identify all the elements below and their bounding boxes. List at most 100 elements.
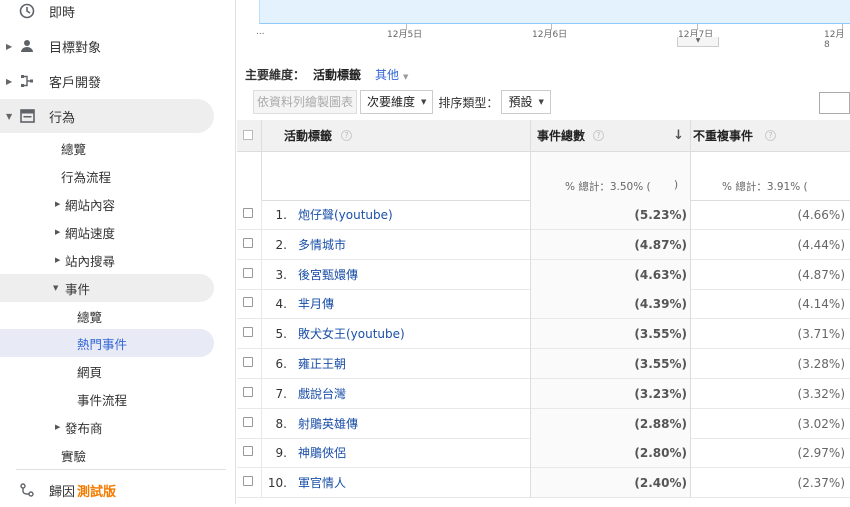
event-label-link[interactable]: 戲說台灣 bbox=[298, 379, 346, 409]
event-label-link[interactable]: 敗犬女王(youtube) bbox=[298, 319, 405, 349]
help-icon[interactable]: ? bbox=[593, 130, 604, 141]
row-checkbox[interactable] bbox=[243, 208, 253, 218]
sidebar-item-site-speed[interactable]: ▶ 網站速度 bbox=[0, 218, 214, 246]
sidebar-item-label: 站內搜尋 bbox=[65, 253, 116, 269]
event-label-link[interactable]: 芈月傳 bbox=[298, 289, 334, 319]
row-number: 7. bbox=[275, 386, 287, 401]
total-events-value: (4.87%) bbox=[634, 237, 687, 252]
event-label-link[interactable]: 炮仔聲(youtube) bbox=[298, 200, 393, 230]
column-header-label: 不重複事件 bbox=[693, 129, 754, 143]
help-icon[interactable]: ? bbox=[341, 130, 352, 141]
row-number: 6. bbox=[275, 357, 287, 371]
unique-events-value: (4.66%) bbox=[797, 208, 845, 222]
sort-type-value: 預設 bbox=[508, 95, 533, 109]
total-events-value: (3.55%) bbox=[634, 357, 687, 371]
row-checkbox[interactable] bbox=[243, 237, 253, 248]
primary-dimension-other[interactable]: 其他 ▼ bbox=[375, 66, 408, 83]
sidebar-item-events-overview[interactable]: 總覽 bbox=[0, 302, 214, 330]
row-checkbox[interactable] bbox=[243, 357, 253, 367]
sort-desc-arrow-icon: ↓ bbox=[673, 128, 684, 143]
sidebar-item-label: 客戶開發 bbox=[49, 75, 102, 91]
column-header-label: 事件總數 bbox=[537, 129, 586, 143]
sidebar-item-label: 事件 bbox=[65, 281, 91, 297]
table-header-label: 活動標籤 ? bbox=[237, 120, 530, 152]
caret-right-icon: ▶ bbox=[6, 41, 13, 51]
sidebar-item-acquisition[interactable]: ▶ 客戶開發 bbox=[0, 64, 220, 98]
event-label-link[interactable]: 神鵰俠侶 bbox=[298, 438, 346, 468]
row-checkbox[interactable] bbox=[243, 446, 253, 457]
sidebar-item-pages[interactable]: 網頁 bbox=[0, 357, 214, 385]
divider bbox=[261, 349, 262, 379]
sidebar-item-events[interactable]: ▼ 事件 bbox=[0, 274, 214, 302]
clock-icon bbox=[19, 3, 35, 19]
help-icon[interactable]: ? bbox=[765, 130, 776, 141]
sidebar-item-audience[interactable]: ▶ 目標對象 bbox=[0, 29, 220, 63]
row-checkbox[interactable] bbox=[243, 416, 253, 427]
divider bbox=[261, 259, 262, 290]
table-search-input[interactable] bbox=[819, 92, 850, 114]
axis-date-label: 12月5日 bbox=[387, 30, 423, 40]
sidebar-item-behavior-flow[interactable]: 行為流程 bbox=[0, 162, 214, 190]
sidebar-item-behavior[interactable]: ▼ 行為 bbox=[0, 99, 214, 133]
table-header-unique-events[interactable]: 不重複事件 ? bbox=[690, 120, 850, 152]
sidebar-item-behavior-overview[interactable]: 總覽 bbox=[0, 134, 214, 162]
axis-date-label: 12月6日 bbox=[532, 30, 568, 40]
row-checkbox[interactable] bbox=[243, 267, 253, 278]
plot-rows-button[interactable]: 依資料列繪製圖表 bbox=[253, 90, 358, 114]
total-events-value: (2.88%) bbox=[634, 416, 687, 431]
divider bbox=[261, 408, 262, 439]
column-header-label[interactable]: 活動標籤 bbox=[284, 127, 332, 144]
sidebar-item-publisher[interactable]: ▶ 發布商 bbox=[0, 413, 214, 441]
table-header-total-events[interactable]: 事件總數 ? ↓ bbox=[530, 120, 690, 152]
unique-events-value: (3.28%) bbox=[797, 357, 845, 371]
row-checkbox[interactable] bbox=[243, 327, 253, 338]
event-label-link[interactable]: 雍正王朝 bbox=[298, 349, 346, 379]
divider bbox=[261, 120, 262, 152]
sidebar-item-top-events[interactable]: 熱門事件 bbox=[0, 329, 214, 357]
sidebar-item-label: 熱門事件 bbox=[77, 336, 128, 352]
sidebar-item-label: 總覽 bbox=[61, 141, 87, 157]
chart-scroll-handle[interactable]: ▼ bbox=[677, 37, 719, 47]
divider bbox=[261, 378, 262, 409]
unique-events-percent: % 總計：3.91% ( bbox=[722, 181, 808, 193]
acquisition-icon bbox=[19, 73, 35, 89]
sidebar-item-attribution[interactable]: 歸因 測試版 bbox=[0, 473, 220, 507]
sidebar-item-site-search[interactable]: ▶ 站內搜尋 bbox=[0, 246, 214, 274]
row-checkbox[interactable] bbox=[243, 386, 253, 397]
total-events-value: (4.63%) bbox=[634, 267, 687, 282]
total-events-percent: % 總計：3.50% ( bbox=[565, 181, 651, 193]
event-label-link[interactable]: 軍官情人 bbox=[298, 468, 346, 498]
sidebar-item-label: 總覽 bbox=[77, 309, 103, 325]
secondary-dimension-dropdown[interactable]: 次要維度 ▼ bbox=[360, 90, 434, 114]
divider bbox=[261, 229, 262, 260]
unique-events-value: (3.32%) bbox=[797, 386, 845, 401]
sidebar-item-events-flow[interactable]: 事件流程 bbox=[0, 385, 214, 413]
totals-label-cell bbox=[261, 152, 530, 201]
axis-date-label: 12月8 bbox=[824, 30, 845, 50]
sidebar-item-label: 即時 bbox=[49, 5, 76, 21]
row-checkbox[interactable] bbox=[243, 476, 253, 487]
table-toolbar: 依資料列繪製圖表 次要維度 ▼ 排序類型： 預設 ▼ bbox=[253, 90, 551, 114]
behavior-icon bbox=[19, 108, 35, 124]
sidebar-item-site-content[interactable]: ▶ 網站內容 bbox=[0, 190, 214, 218]
secondary-dimension-label: 次要維度 bbox=[367, 95, 416, 109]
chart-area bbox=[259, 0, 850, 24]
select-all-checkbox[interactable] bbox=[243, 130, 253, 140]
sort-type-dropdown[interactable]: 預設 ▼ bbox=[501, 90, 551, 114]
row-number: 1. bbox=[275, 208, 287, 222]
event-label-link[interactable]: 射鵰英雄傳 bbox=[298, 409, 358, 439]
row-number: 2. bbox=[275, 237, 287, 252]
sidebar-item-realtime[interactable]: 即時 bbox=[0, 0, 220, 28]
sidebar-item-label: 發布商 bbox=[65, 420, 103, 436]
sidebar-item-label: 網站內容 bbox=[65, 197, 116, 213]
row-checkbox[interactable] bbox=[243, 297, 253, 308]
event-label-link[interactable]: 後宮甄嬛傳 bbox=[298, 260, 358, 290]
sidebar-item-experiments[interactable]: 實驗 bbox=[0, 441, 214, 469]
event-label-link[interactable]: 多情城市 bbox=[298, 230, 346, 260]
sidebar-item-label: 行為流程 bbox=[61, 169, 112, 185]
sidebar-item-label: 網頁 bbox=[77, 364, 103, 380]
divider bbox=[16, 469, 226, 470]
attribution-icon bbox=[19, 482, 35, 498]
primary-dimension-bar: 主要維度： 活動標籤 其他 ▼ bbox=[245, 66, 408, 82]
caret-right-icon: ▶ bbox=[55, 200, 61, 208]
